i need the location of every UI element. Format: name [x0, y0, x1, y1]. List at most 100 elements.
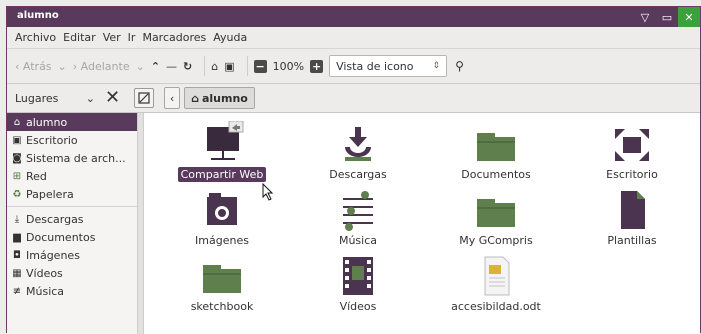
- sidebar-item-documentos[interactable]: ▆ Documentos: [7, 228, 137, 246]
- film-icon: ▦: [12, 267, 22, 279]
- file-descargas[interactable]: Descargas: [298, 121, 418, 183]
- sidebar-item-label: Red: [26, 169, 47, 183]
- sidebar-item-papelera[interactable]: ♻ Papelera: [7, 185, 137, 203]
- file-label: Vídeos: [339, 300, 377, 313]
- toolbar-separator: [204, 56, 206, 76]
- mouse-cursor-icon: [262, 183, 274, 201]
- file-sketchbook[interactable]: sketchbook: [162, 253, 282, 315]
- places-select[interactable]: Lugares ⌄: [15, 92, 95, 105]
- desktop-folder-icon: [615, 129, 649, 161]
- toggle-location-button[interactable]: [134, 88, 155, 108]
- sidebar: ⌂ alumno ▣ Escritorio ◙ Sistema de arch... …: [7, 113, 138, 334]
- file-escritorio[interactable]: Escritorio: [572, 121, 692, 183]
- forward-button[interactable]: › Adelante: [73, 60, 130, 73]
- sidebar-divider: [7, 206, 137, 207]
- document-icon: [484, 256, 510, 296]
- close-icon[interactable]: ✕: [678, 7, 700, 27]
- template-icon: [621, 191, 645, 229]
- breadcrumb-back-button[interactable]: ‹: [164, 87, 181, 109]
- video-folder-icon: [343, 257, 373, 295]
- sidebar-item-musica[interactable]: ≢ Música: [7, 282, 137, 300]
- download-icon: ⤓: [14, 213, 20, 225]
- breadcrumb-label: alumno: [201, 91, 248, 105]
- zoom-out-icon[interactable]: −: [253, 59, 267, 73]
- network-icon: ⊞: [12, 170, 22, 182]
- sidebar-item-sistema[interactable]: ◙ Sistema de arch...: [7, 149, 137, 167]
- sidebar-item-videos[interactable]: ▦ Vídeos: [7, 264, 137, 282]
- file-musica[interactable]: Música: [298, 187, 418, 249]
- file-plantillas[interactable]: Plantillas: [572, 187, 692, 249]
- sidebar-item-escritorio[interactable]: ▣ Escritorio: [7, 131, 137, 149]
- folder-icon: [477, 199, 515, 227]
- filesystem-icon: ◙: [12, 152, 22, 164]
- sidebar-item-label: Imágenes: [26, 248, 80, 262]
- file-my-gcompris[interactable]: My GCompris: [436, 187, 556, 249]
- stop-icon[interactable]: —: [166, 60, 177, 73]
- file-documentos[interactable]: Documentos: [436, 121, 556, 183]
- forward-dropdown-icon[interactable]: ⌄: [136, 60, 145, 73]
- menu-bar: Archivo Editar Ver Ir Marcadores Ayuda: [7, 27, 700, 48]
- sidebar-item-label: Música: [26, 284, 65, 298]
- sidebar-item-red[interactable]: ⊞ Red: [7, 167, 137, 185]
- view-mode-select[interactable]: Vista de icono ⇕: [329, 55, 448, 77]
- trash-icon: ♻: [12, 188, 22, 200]
- sidebar-item-label: alumno: [26, 115, 68, 129]
- download-folder-icon: [345, 127, 371, 161]
- computer-icon[interactable]: ▣: [224, 60, 234, 73]
- sidebar-item-imagenes[interactable]: ◘ Imágenes: [7, 246, 137, 264]
- zoom-in-icon[interactable]: +: [310, 59, 324, 73]
- file-label: Plantillas: [607, 234, 657, 247]
- file-label: Descargas: [329, 168, 387, 181]
- view-mode-value: Vista de icono: [336, 59, 414, 73]
- file-icon-view: Compartir Web Descargas Documentos Escri…: [144, 113, 700, 334]
- sidebar-item-label: Sistema de arch...: [26, 151, 126, 165]
- file-accesibildad-odt[interactable]: accesibildad.odt: [436, 253, 556, 315]
- minimize-icon[interactable]: ▽: [634, 7, 656, 27]
- camera-folder-icon: [207, 193, 237, 225]
- up-icon[interactable]: ⌃: [151, 60, 160, 73]
- zoom-level: 100%: [272, 59, 305, 73]
- music-folder-icon: [343, 191, 373, 231]
- public-folder-icon: [207, 121, 244, 160]
- file-label: Música: [338, 234, 378, 247]
- file-videos[interactable]: Vídeos: [298, 253, 418, 315]
- back-dropdown-icon[interactable]: ⌄: [58, 60, 67, 73]
- file-label: Escritorio: [606, 168, 658, 181]
- home-icon: ⌂: [13, 116, 21, 128]
- file-label: Imágenes: [195, 234, 249, 247]
- back-button[interactable]: ‹ Atrás: [15, 60, 52, 73]
- sidebar-item-descargas[interactable]: ⤓ Descargas: [7, 210, 137, 228]
- toolbar-separator: [246, 56, 248, 76]
- menu-ir[interactable]: Ir: [128, 31, 136, 44]
- window-title: alumno: [17, 10, 59, 21]
- menu-marcadores[interactable]: Marcadores: [142, 31, 206, 44]
- file-label: Documentos: [461, 168, 531, 181]
- file-label: My GCompris: [459, 234, 533, 247]
- file-compartir-web[interactable]: Compartir Web: [162, 121, 282, 183]
- title-bar[interactable]: alumno ▽ ▭ ✕: [7, 7, 700, 27]
- reload-icon[interactable]: ↻: [183, 60, 192, 73]
- file-label: Compartir Web: [177, 167, 267, 182]
- file-manager-window: alumno ▽ ▭ ✕ Archivo Editar Ver Ir Marca…: [6, 6, 701, 334]
- menu-editar[interactable]: Editar: [63, 31, 96, 44]
- file-label: sketchbook: [190, 300, 254, 313]
- maximize-icon[interactable]: ▭: [656, 7, 678, 27]
- home-icon: ⌂: [191, 91, 199, 105]
- camera-icon: ◘: [13, 249, 21, 261]
- menu-archivo[interactable]: Archivo: [15, 31, 56, 44]
- search-icon[interactable]: ⚲: [455, 59, 464, 73]
- folder-icon: [477, 133, 515, 161]
- sidebar-item-label: Documentos: [26, 230, 96, 244]
- file-label: accesibildad.odt: [451, 300, 541, 313]
- breadcrumb-alumno[interactable]: ⌂ alumno: [184, 87, 255, 109]
- home-icon[interactable]: ⌂: [211, 60, 218, 73]
- sidebar-item-label: Papelera: [26, 187, 74, 201]
- menu-ayuda[interactable]: Ayuda: [213, 31, 247, 44]
- chevron-down-icon: ⌄: [85, 91, 95, 105]
- sidebar-item-label: Escritorio: [26, 133, 78, 147]
- folder-icon: [203, 265, 241, 293]
- spinner-icon: ⇕: [432, 61, 441, 71]
- close-sidebar-icon[interactable]: ✕: [105, 89, 120, 107]
- menu-ver[interactable]: Ver: [103, 31, 121, 44]
- sidebar-item-alumno[interactable]: ⌂ alumno: [7, 113, 137, 131]
